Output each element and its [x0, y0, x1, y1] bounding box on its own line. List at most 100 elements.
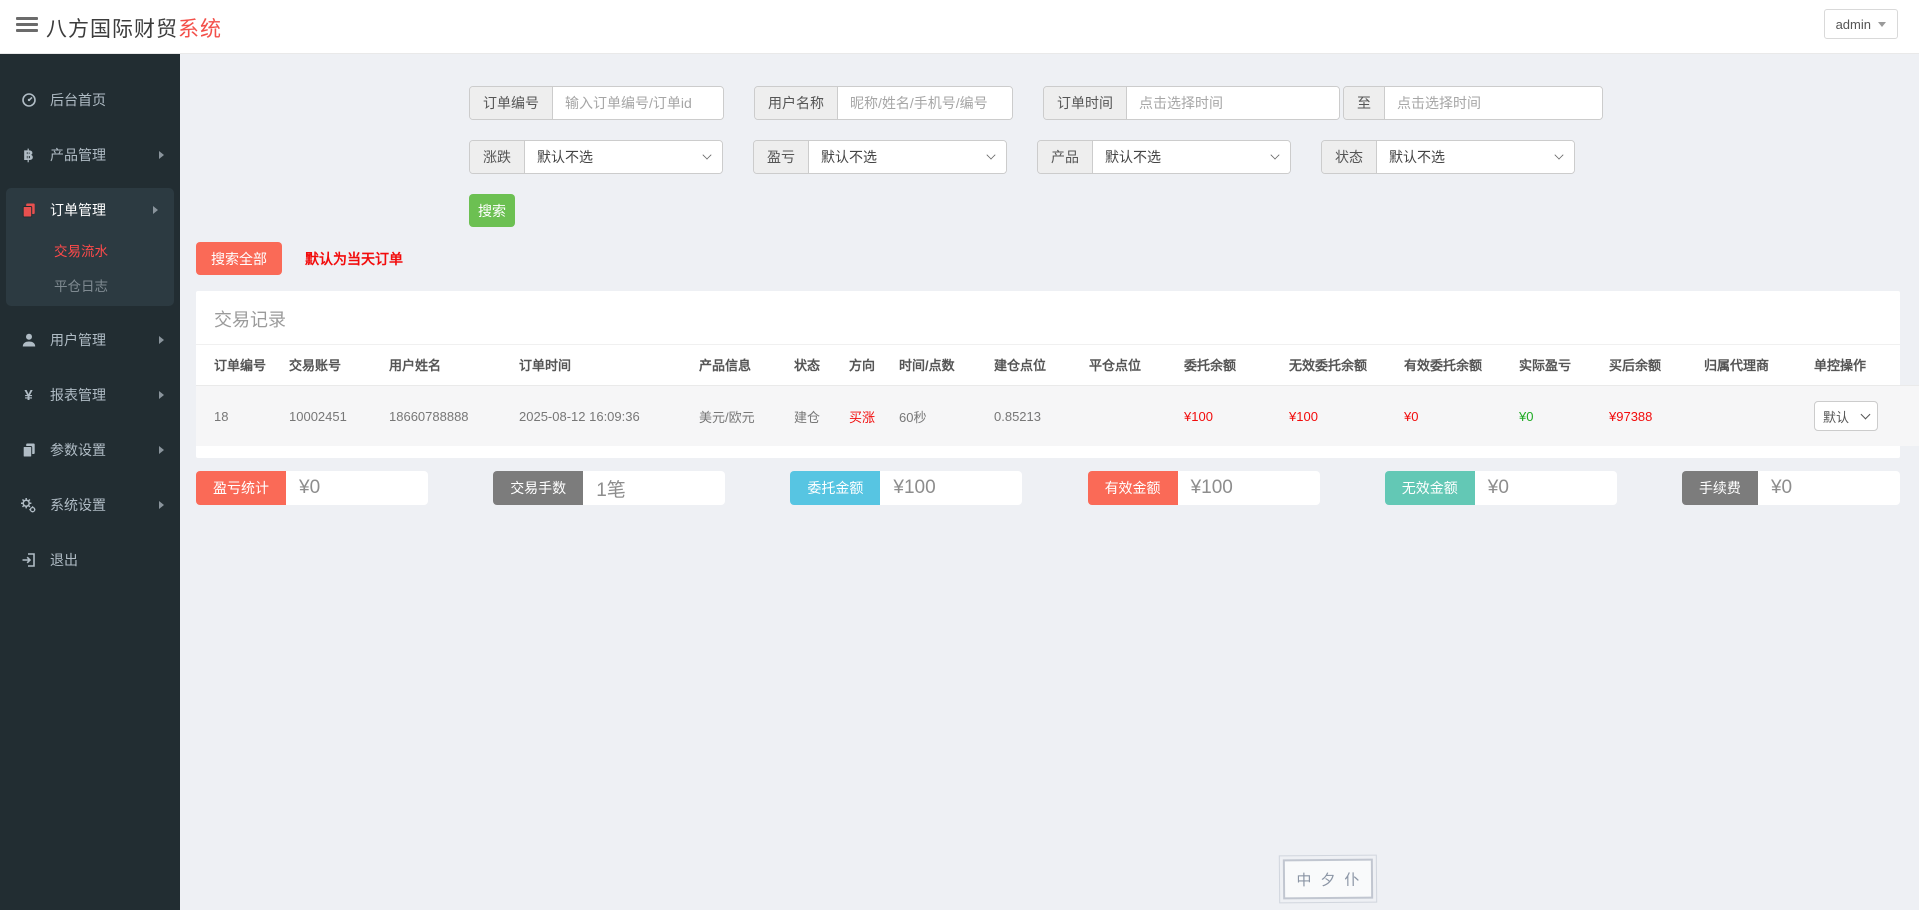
column-header: 委托余额 [1176, 345, 1281, 386]
sidebar-item-label: 订单管理 [50, 200, 153, 220]
sidebar-item-system[interactable]: 系统设置 [0, 483, 180, 527]
column-header: 无效委托余额 [1281, 345, 1396, 386]
filter-group-product: 产品默认不选 [1037, 140, 1291, 174]
filter-group-user-name: 用户名称 [754, 86, 1013, 120]
app-title-accent: 系统 [178, 18, 222, 41]
chevron-down-icon [1878, 22, 1886, 27]
table-cell: 60秒 [891, 386, 986, 447]
sidebar: 后台首页 ฿ 产品管理订单管理交易流水平仓日志用户管理 ¥报表管理参数设置系统设置退出 [0, 54, 180, 910]
table-cell: 0.85213 [986, 386, 1081, 447]
select-value: 默认 [1823, 407, 1849, 426]
chevron-right-icon [159, 501, 164, 509]
filter-label-order-no: 订单编号 [470, 87, 553, 119]
sidebar-item-users[interactable]: 用户管理 [0, 318, 180, 362]
stat-value-valid-amount: ¥100 [1178, 471, 1320, 505]
column-header: 状态 [786, 345, 841, 386]
column-header: 详情 [1911, 345, 1919, 386]
files-icon [20, 202, 37, 219]
sidebar-item-products[interactable]: ฿ 产品管理 [0, 133, 180, 177]
trade-records-table: 订单编号交易账号用户姓名订单时间产品信息状态方向时间/点数建仓点位平仓点位委托余… [196, 345, 1919, 446]
filter-input-order-time-start[interactable] [1127, 87, 1339, 119]
filter-select-product[interactable]: 默认不选 [1093, 141, 1290, 173]
trade-records-panel: 交易记录 订单编号交易账号用户姓名订单时间产品信息状态方向时间/点数建仓点位平仓… [196, 291, 1900, 458]
stat-box-invalid-amount: 无效金额¥0 [1385, 471, 1617, 505]
table-cell: 买涨 [841, 386, 891, 447]
column-header: 时间/点数 [891, 345, 986, 386]
table-cell [1696, 386, 1806, 447]
toolbar: 搜索全部 默认为当天订单 [196, 242, 1919, 275]
table-cell: ¥100 [1281, 386, 1396, 447]
hamburger-menu-icon[interactable] [16, 17, 38, 37]
select-value: 默认不选 [1389, 147, 1445, 167]
stat-label-profit-total: 盈亏统计 [196, 471, 286, 505]
filter-label-profit: 盈亏 [754, 141, 809, 173]
table-cell: 18 [196, 386, 281, 447]
stat-label-trade-count: 交易手数 [493, 471, 583, 505]
sidebar-active-group: 订单管理交易流水平仓日志 [6, 188, 174, 306]
sidebar-item-reports[interactable]: ¥报表管理 [0, 373, 180, 417]
gears-icon [20, 497, 37, 514]
select-value: 默认不选 [821, 147, 877, 167]
filter-input-user-name[interactable] [838, 87, 1012, 119]
sidebar-item-label: 系统设置 [50, 495, 159, 515]
column-header: 方向 [841, 345, 891, 386]
sidebar-item-params[interactable]: 参数设置 [0, 428, 180, 472]
stats-summary-row: 盈亏统计¥0交易手数1笔委托金额¥100有效金额¥100无效金额¥0手续费¥0 [196, 471, 1900, 505]
search-button[interactable]: 搜索 [469, 194, 515, 227]
logout-icon [20, 552, 37, 569]
filter-label-updown: 涨跌 [470, 141, 525, 173]
filter-label-order-time-end: 至 [1344, 87, 1385, 119]
column-header: 买后余额 [1601, 345, 1696, 386]
stat-value-profit-total: ¥0 [286, 471, 428, 505]
files-icon [20, 442, 37, 459]
column-header: 用户姓名 [381, 345, 511, 386]
column-header: 订单编号 [196, 345, 281, 386]
sidebar-item-label: 参数设置 [50, 440, 159, 460]
watermark-stamp: 中夕仆 [1283, 859, 1373, 900]
sidebar-item-dashboard[interactable]: 后台首页 [0, 78, 180, 122]
filter-select-status[interactable]: 默认不选 [1377, 141, 1574, 173]
user-dropdown[interactable]: admin [1824, 9, 1898, 39]
sidebar-item-orders[interactable]: 订单管理 [6, 188, 174, 232]
sidebar-item-logout[interactable]: 退出 [0, 538, 180, 582]
stat-box-fee: 手续费¥0 [1682, 471, 1900, 505]
table-cell: 10002451 [281, 386, 381, 447]
table-row: 1810002451186607888882025-08-12 16:09:36… [196, 386, 1919, 447]
top-header: 八方国际财贸系统 admin [0, 0, 1919, 54]
stat-box-entrust-amount: 委托金额¥100 [790, 471, 1022, 505]
stat-label-valid-amount: 有效金额 [1088, 471, 1178, 505]
bitcoin-icon: ฿ [20, 147, 37, 164]
filter-select-profit[interactable]: 默认不选 [809, 141, 1006, 173]
chevron-right-icon [159, 391, 164, 399]
column-header: 有效委托余额 [1396, 345, 1511, 386]
stat-box-trade-count: 交易手数1笔 [493, 471, 725, 505]
table-cell [1911, 386, 1919, 447]
dashboard-icon [20, 92, 37, 109]
watermark-glyph: 夕 [1320, 868, 1335, 889]
filter-select-updown[interactable]: 默认不选 [525, 141, 722, 173]
user-name-label: admin [1836, 17, 1871, 32]
main-content: 订单编号用户名称订单时间至 涨跌默认不选盈亏默认不选产品默认不选状态默认不选 搜… [180, 54, 1919, 910]
select-value: 默认不选 [537, 147, 593, 167]
table-cell: ¥0 [1396, 386, 1511, 447]
select-value: 默认不选 [1105, 147, 1161, 167]
filter-input-order-no[interactable] [553, 87, 723, 119]
panel-title: 交易记录 [196, 291, 1900, 345]
table-cell: 默认 [1806, 386, 1911, 447]
filter-input-order-time-end[interactable] [1385, 87, 1602, 119]
sidebar-subitem-close-log[interactable]: 平仓日志 [6, 267, 174, 302]
table-cell: 建仓 [786, 386, 841, 447]
stat-value-invalid-amount: ¥0 [1475, 471, 1617, 505]
sidebar-subitem-trade-flow[interactable]: 交易流水 [6, 232, 174, 267]
table-cell: 美元/欧元 [691, 386, 786, 447]
table-cell: ¥100 [1176, 386, 1281, 447]
chevron-down-icon [702, 150, 711, 159]
stat-label-fee: 手续费 [1682, 471, 1758, 505]
stat-label-invalid-amount: 无效金额 [1385, 471, 1475, 505]
app-title-main: 八方国际财贸 [46, 18, 178, 41]
column-header: 平仓点位 [1081, 345, 1176, 386]
table-cell: ¥97388 [1601, 386, 1696, 447]
sidebar-item-label: 产品管理 [50, 145, 159, 165]
order-control-select[interactable]: 默认 [1814, 401, 1878, 431]
search-all-button[interactable]: 搜索全部 [196, 242, 282, 275]
